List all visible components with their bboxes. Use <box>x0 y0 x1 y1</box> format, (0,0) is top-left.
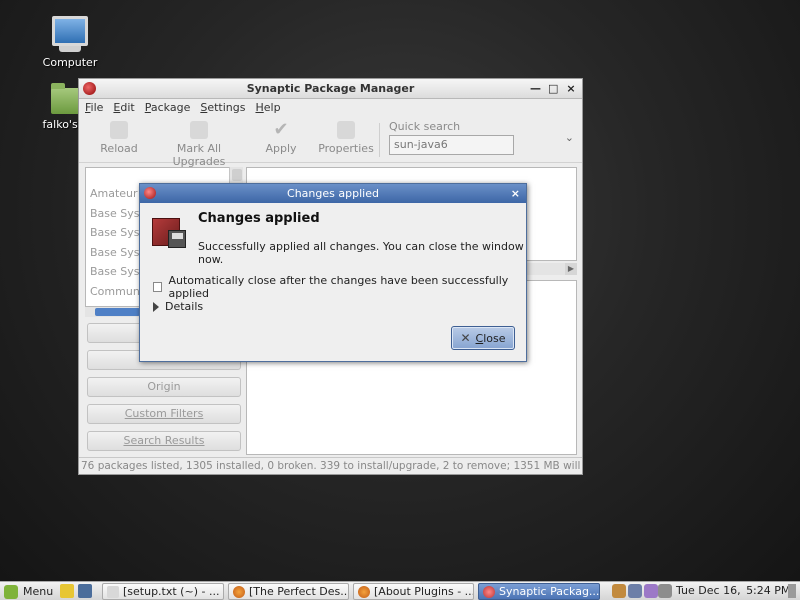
origin-filter-button[interactable]: Origin <box>87 377 241 397</box>
clock-time: 5:24 PM <box>746 584 791 597</box>
notes-launcher-icon[interactable] <box>60 584 74 598</box>
apply-label: Apply <box>265 142 297 155</box>
taskbar: Menu [setup.txt (~) - ... [The Perfect D… <box>0 581 800 600</box>
start-menu-button[interactable]: Menu <box>4 583 53 600</box>
chevron-down-icon[interactable]: ⌄ <box>565 131 574 144</box>
taskbar-item[interactable]: [setup.txt (~) - ... <box>102 583 224 600</box>
toolbar: Reload Mark All Upgrades ✔ Apply Propert… <box>79 117 582 168</box>
menubar: File Edit Package Settings Help <box>79 99 582 117</box>
settings-tray-icon[interactable] <box>644 584 658 598</box>
taskbar-item-label: Synaptic Packag... <box>499 585 600 598</box>
menu-edit[interactable]: Edit <box>113 99 134 117</box>
taskbar-item[interactable]: [About Plugins - ... <box>353 583 474 600</box>
show-desktop-button[interactable] <box>788 584 796 598</box>
details-label: Details <box>165 300 204 313</box>
dialog-message: Successfully applied all changes. You ca… <box>198 240 524 266</box>
dialog-heading: Changes applied <box>198 211 320 226</box>
quick-search-label: Quick search <box>389 120 461 133</box>
users-tray-icon[interactable] <box>612 584 626 598</box>
window-titlebar[interactable]: Synaptic Package Manager — □ × <box>79 79 582 99</box>
close-icon: ✕ <box>460 331 471 345</box>
firefox-icon <box>358 585 370 598</box>
taskbar-item-active[interactable]: Synaptic Packag... <box>478 583 600 600</box>
dialog-title: Changes applied <box>287 187 379 200</box>
mint-logo-icon <box>4 584 18 599</box>
auto-close-checkbox[interactable] <box>153 282 163 292</box>
taskbar-item-label: [About Plugins - ... <box>374 585 474 598</box>
volume-tray-icon[interactable] <box>658 584 672 598</box>
text-editor-icon <box>107 585 119 598</box>
mark-all-label: Mark All Upgrades <box>172 142 226 168</box>
synaptic-app-icon <box>144 187 156 199</box>
properties-icon <box>337 121 355 139</box>
mark-upgrades-icon <box>190 121 208 139</box>
menu-package[interactable]: Package <box>145 99 191 117</box>
taskbar-item-label: [setup.txt (~) - ... <box>123 585 220 598</box>
minimize-button[interactable]: — <box>530 79 541 99</box>
dialog-titlebar[interactable]: Changes applied × <box>140 184 526 203</box>
maximize-button[interactable]: □ <box>548 79 558 99</box>
menu-settings[interactable]: Settings <box>200 99 245 117</box>
properties-button[interactable]: Properties <box>317 121 375 155</box>
network-tray-icon[interactable] <box>628 584 642 598</box>
desktop-icon-label: Computer <box>42 56 98 69</box>
taskbar-item-label: [The Perfect Des... <box>249 585 349 598</box>
custom-filters-button[interactable]: Custom Filters <box>87 404 241 424</box>
clock[interactable]: Tue Dec 16, 5:24 PM <box>676 584 790 597</box>
mark-all-upgrades-button[interactable]: Mark All Upgrades <box>151 121 247 168</box>
auto-close-label[interactable]: Automatically close after the changes ha… <box>168 274 526 300</box>
auto-close-option[interactable]: Automatically close after the changes ha… <box>153 274 526 300</box>
close-button[interactable]: ✕ Close <box>451 326 515 350</box>
terminal-launcher-icon[interactable] <box>78 584 92 598</box>
menu-label: Menu <box>23 585 54 598</box>
menu-help[interactable]: Help <box>255 99 280 117</box>
search-results-button[interactable]: Search Results <box>87 431 241 451</box>
clock-date: Tue Dec 16, <box>676 584 741 597</box>
reload-label: Reload <box>100 142 138 155</box>
synaptic-icon <box>483 585 495 598</box>
desktop-icon-computer[interactable]: Computer <box>30 16 110 69</box>
toolbar-separator <box>379 123 380 157</box>
reload-button[interactable]: Reload <box>99 121 139 155</box>
firefox-icon <box>233 585 245 598</box>
apply-button[interactable]: ✔ Apply <box>261 119 301 156</box>
list-item[interactable] <box>86 168 234 184</box>
properties-label: Properties <box>318 142 374 155</box>
quick-search-input[interactable]: sun-java6 <box>389 135 514 155</box>
close-button[interactable]: × <box>566 79 576 99</box>
package-disk-icon <box>152 214 186 250</box>
status-bar: 76 packages listed, 1305 installed, 0 br… <box>79 457 582 474</box>
menu-file[interactable]: File <box>85 99 103 117</box>
reload-icon <box>110 121 128 139</box>
window-title: Synaptic Package Manager <box>246 82 415 95</box>
dialog-close-icon[interactable]: × <box>511 184 520 203</box>
synaptic-app-icon <box>83 82 96 95</box>
details-expander[interactable]: Details <box>153 300 203 313</box>
checkmark-icon: ✔ <box>273 119 289 140</box>
close-button-label: Close <box>475 331 506 345</box>
scroll-right-arrow-icon[interactable]: ▶ <box>565 263 577 275</box>
computer-icon <box>52 16 88 52</box>
changes-applied-dialog: Changes applied × Changes applied Succes… <box>139 183 527 362</box>
taskbar-item[interactable]: [The Perfect Des... <box>228 583 349 600</box>
expander-arrow-icon <box>153 301 159 312</box>
home-folder-icon <box>51 83 81 114</box>
